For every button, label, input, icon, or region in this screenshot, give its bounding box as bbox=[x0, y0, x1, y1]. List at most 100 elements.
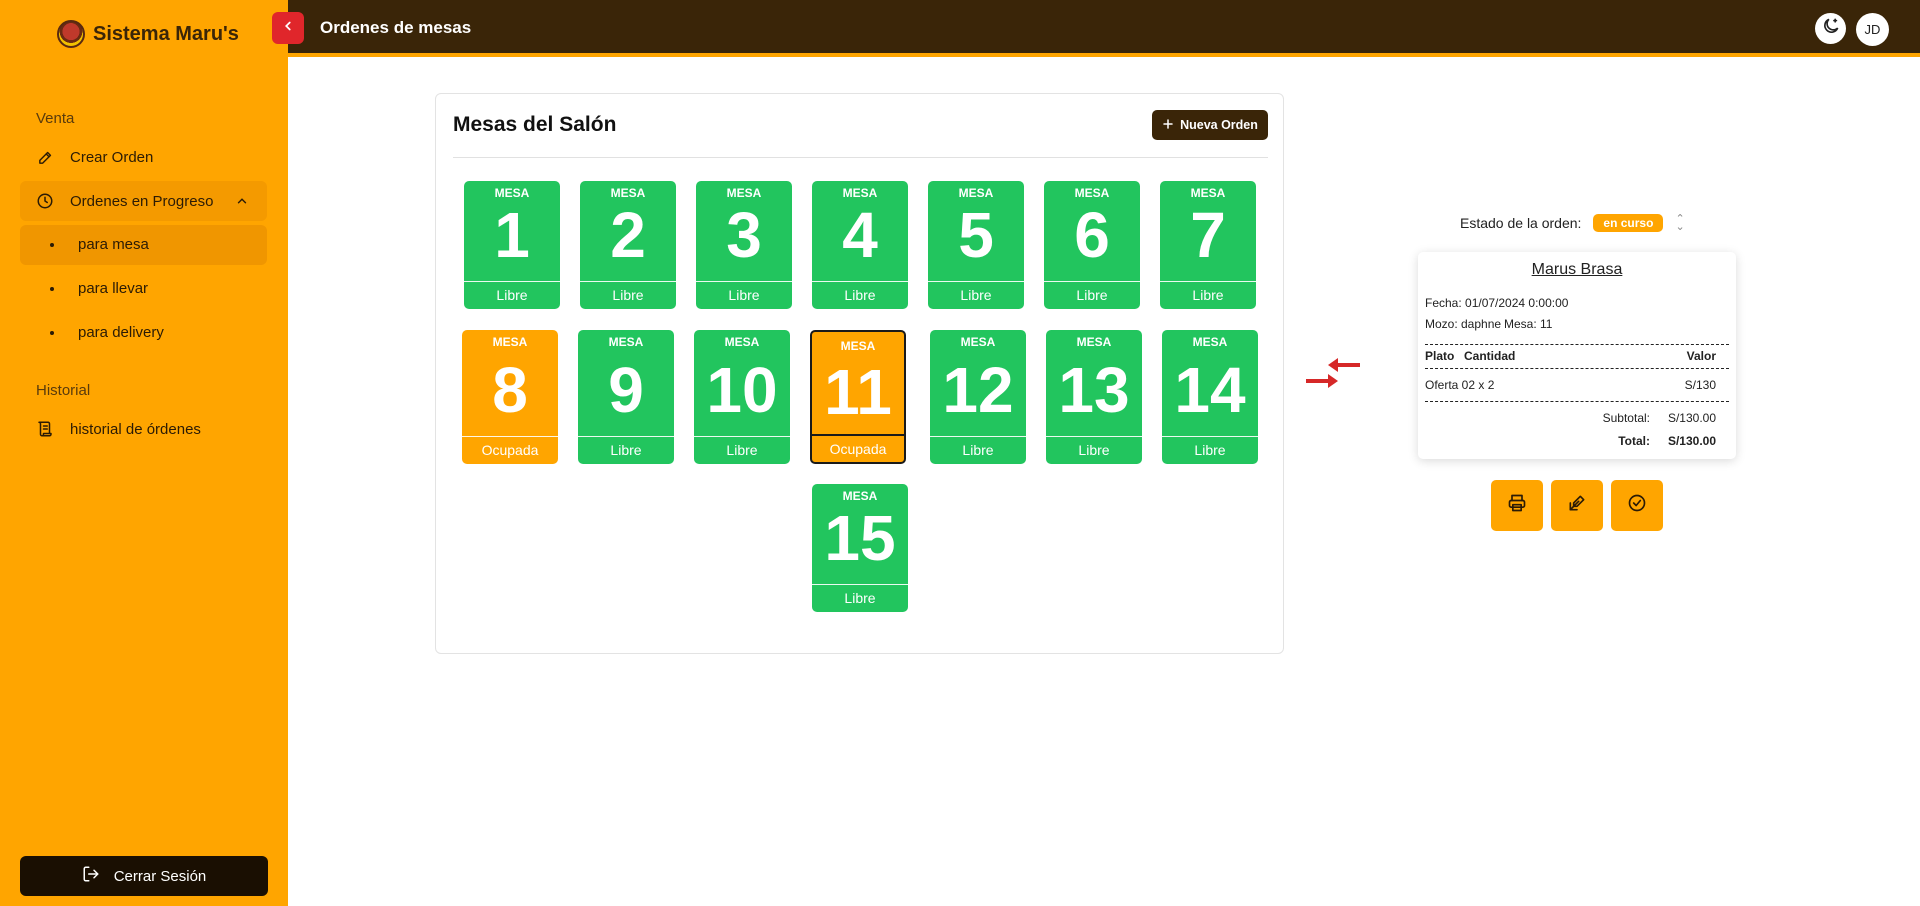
table-card-15[interactable]: MESA 15 Libre bbox=[812, 484, 908, 612]
receipt-mozo: Mozo: daphne bbox=[1425, 317, 1502, 331]
receipt-title: Marus Brasa bbox=[1531, 261, 1623, 278]
status-badge: en curso bbox=[1593, 214, 1664, 232]
table-label: MESA bbox=[608, 335, 644, 349]
complete-button[interactable] bbox=[1611, 480, 1663, 531]
table-number: 2 bbox=[610, 199, 646, 271]
receipt-subtotal-value: S/130.00 bbox=[1667, 411, 1716, 425]
table-state: Ocupada bbox=[812, 434, 904, 462]
sidebar-item-label: Crear Orden bbox=[70, 148, 154, 166]
sidebar-item-ordenes-progreso[interactable]: Ordenes en Progreso bbox=[20, 181, 267, 221]
logout-label: Cerrar Sesión bbox=[113, 867, 207, 885]
table-card-7[interactable]: MESA 7 Libre bbox=[1160, 181, 1256, 309]
sidebar-subitem-label: para mesa bbox=[78, 236, 149, 253]
sidebar-item-historial[interactable]: historial de órdenes bbox=[20, 409, 267, 449]
section-label-venta: Venta bbox=[36, 110, 75, 127]
sidebar-subitem-para-delivery[interactable]: para delivery bbox=[20, 313, 267, 353]
table-label: MESA bbox=[960, 335, 996, 349]
order-status-row: Estado de la orden: en curso ⌃ ⌄ bbox=[1460, 214, 1685, 233]
bullet-icon bbox=[50, 243, 54, 247]
table-card-8[interactable]: MESA 8 Ocupada bbox=[462, 330, 558, 464]
table-card-5[interactable]: MESA 5 Libre bbox=[928, 181, 1024, 309]
new-order-label: Nueva Orden bbox=[1180, 118, 1258, 132]
table-label: MESA bbox=[958, 186, 994, 200]
receipt-total-value: S/130.00 bbox=[1667, 434, 1716, 448]
table-label: MESA bbox=[494, 186, 530, 200]
table-label: MESA bbox=[724, 335, 760, 349]
table-number: 12 bbox=[942, 354, 1014, 426]
receipt-divider bbox=[1425, 401, 1729, 402]
receipt-total-label: Total: bbox=[1618, 434, 1650, 448]
receipt-col-plato: Plato bbox=[1425, 349, 1455, 363]
bullet-icon bbox=[50, 287, 54, 291]
plus-icon bbox=[1162, 118, 1174, 133]
table-state: Libre bbox=[928, 281, 1024, 309]
sidebar-item-crear-orden[interactable]: Crear Orden bbox=[20, 137, 267, 177]
table-card-13[interactable]: MESA 13 Libre bbox=[1046, 330, 1142, 464]
chevron-updown-icon[interactable]: ⌃ ⌄ bbox=[1675, 214, 1684, 233]
card-title: Mesas del Salón bbox=[453, 113, 617, 136]
table-number: 4 bbox=[842, 199, 878, 271]
table-label: MESA bbox=[726, 186, 762, 200]
collapse-panel-icon[interactable] bbox=[1304, 353, 1362, 393]
table-state: Libre bbox=[1160, 281, 1256, 309]
edit-button[interactable] bbox=[1551, 480, 1603, 531]
sidebar-subitem-label: para delivery bbox=[78, 324, 164, 341]
sidebar-subitem-para-llevar[interactable]: para llevar bbox=[20, 269, 267, 309]
table-card-4[interactable]: MESA 4 Libre bbox=[812, 181, 908, 309]
table-label: MESA bbox=[610, 186, 646, 200]
sidebar: Sistema Maru's Venta Crear Orden Ordenes… bbox=[0, 0, 288, 906]
receipt-col-valor: Valor bbox=[1686, 349, 1716, 363]
table-number: 14 bbox=[1174, 354, 1246, 426]
table-card-6[interactable]: MESA 6 Libre bbox=[1044, 181, 1140, 309]
table-label: MESA bbox=[842, 186, 878, 200]
table-label: MESA bbox=[1190, 186, 1226, 200]
sidebar-item-label: historial de órdenes bbox=[70, 420, 201, 438]
divider bbox=[453, 157, 1268, 158]
table-state: Libre bbox=[1046, 436, 1142, 464]
moon-icon bbox=[1821, 16, 1841, 41]
sidebar-subitem-label: para llevar bbox=[78, 280, 149, 297]
table-card-12[interactable]: MESA 12 Libre bbox=[930, 330, 1026, 464]
collapse-sidebar-button[interactable] bbox=[272, 12, 304, 44]
clock-icon bbox=[36, 192, 54, 210]
brand[interactable]: Sistema Maru's bbox=[57, 20, 239, 48]
receipt-col-cantidad: Cantidad bbox=[1464, 349, 1516, 363]
section-label-historial: Historial bbox=[36, 382, 91, 399]
table-card-9[interactable]: MESA 9 Libre bbox=[578, 330, 674, 464]
print-button[interactable] bbox=[1491, 480, 1543, 531]
table-state: Libre bbox=[694, 436, 790, 464]
table-state: Libre bbox=[1162, 436, 1258, 464]
receipt-divider bbox=[1425, 368, 1729, 369]
receipt-fecha: Fecha: 01/07/2024 0:00:00 bbox=[1425, 296, 1569, 310]
table-card-1[interactable]: MESA 1 Libre bbox=[464, 181, 560, 309]
printer-icon bbox=[1507, 493, 1527, 518]
edit-icon bbox=[1567, 493, 1587, 518]
table-state: Libre bbox=[812, 281, 908, 309]
table-card-10[interactable]: MESA 10 Libre bbox=[694, 330, 790, 464]
avatar[interactable]: JD bbox=[1856, 13, 1889, 46]
table-number: 9 bbox=[608, 354, 644, 426]
table-number: 3 bbox=[726, 199, 762, 271]
top-header: Ordenes de mesas JD bbox=[288, 0, 1920, 57]
logout-button[interactable]: Cerrar Sesión bbox=[20, 856, 268, 896]
new-order-button[interactable]: Nueva Orden bbox=[1152, 110, 1268, 140]
bullet-icon bbox=[50, 331, 54, 335]
table-state: Libre bbox=[930, 436, 1026, 464]
table-state: Ocupada bbox=[462, 436, 558, 464]
table-label: MESA bbox=[1192, 335, 1228, 349]
table-state: Libre bbox=[464, 281, 560, 309]
receipt-mesa: Mesa: 11 bbox=[1504, 317, 1553, 331]
table-number: 7 bbox=[1190, 199, 1226, 271]
check-circle-icon bbox=[1627, 493, 1647, 518]
sidebar-subitem-para-mesa[interactable]: para mesa bbox=[20, 225, 267, 265]
order-receipt: Marus Brasa Fecha: 01/07/2024 0:00:00 Mo… bbox=[1418, 252, 1736, 459]
table-state: Libre bbox=[580, 281, 676, 309]
theme-toggle-button[interactable] bbox=[1815, 13, 1846, 44]
table-card-11[interactable]: MESA 11 Ocupada bbox=[810, 330, 906, 464]
table-card-14[interactable]: MESA 14 Libre bbox=[1162, 330, 1258, 464]
table-state: Libre bbox=[812, 584, 908, 612]
table-card-3[interactable]: MESA 3 Libre bbox=[696, 181, 792, 309]
table-card-2[interactable]: MESA 2 Libre bbox=[580, 181, 676, 309]
table-state: Libre bbox=[696, 281, 792, 309]
table-number: 5 bbox=[958, 199, 994, 271]
